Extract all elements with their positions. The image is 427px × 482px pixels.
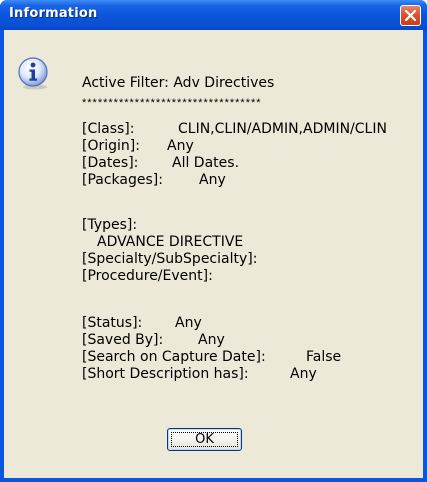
status-label: [Status]: bbox=[82, 315, 143, 331]
short-description-value: Any bbox=[290, 366, 317, 382]
separator-line: ********************************** bbox=[82, 97, 262, 109]
saved-by-value: Any bbox=[198, 332, 225, 348]
search-capture-value: False bbox=[306, 349, 342, 365]
title-bar[interactable]: Information bbox=[0, 0, 427, 30]
origin-label: [Origin]: bbox=[82, 138, 140, 154]
dates-value: All Dates. bbox=[172, 155, 240, 171]
packages-value: Any bbox=[199, 172, 226, 188]
ok-button[interactable]: OK bbox=[167, 428, 242, 451]
information-icon bbox=[18, 57, 48, 90]
filter-header: Active Filter: Adv Directives bbox=[82, 75, 275, 91]
class-value: CLIN,CLIN/ADMIN,ADMIN/CLIN bbox=[178, 121, 387, 137]
class-label: [Class]: bbox=[82, 121, 135, 137]
specialty-label: [Specialty/SubSpecialty]: bbox=[82, 251, 258, 267]
search-capture-label: [Search on Capture Date]: bbox=[82, 349, 266, 365]
procedure-label: [Procedure/Event]: bbox=[82, 268, 213, 284]
close-button[interactable] bbox=[400, 5, 421, 26]
origin-value: Any bbox=[167, 138, 194, 154]
short-description-label: [Short Description has]: bbox=[82, 366, 249, 382]
dialog-body: Active Filter: Adv Directives **********… bbox=[4, 30, 423, 478]
types-value: ADVANCE DIRECTIVE bbox=[97, 234, 244, 250]
close-icon bbox=[405, 10, 416, 21]
saved-by-label: [Saved By]: bbox=[82, 332, 164, 348]
information-dialog: Information Active Filter: Adv Directive… bbox=[0, 0, 427, 482]
types-label: [Types]: bbox=[82, 217, 138, 233]
dates-label: [Dates]: bbox=[82, 155, 139, 171]
ok-button-label: OK bbox=[195, 432, 214, 447]
packages-label: [Packages]: bbox=[82, 172, 163, 188]
status-value: Any bbox=[175, 315, 202, 331]
dialog-title: Information bbox=[9, 6, 98, 21]
